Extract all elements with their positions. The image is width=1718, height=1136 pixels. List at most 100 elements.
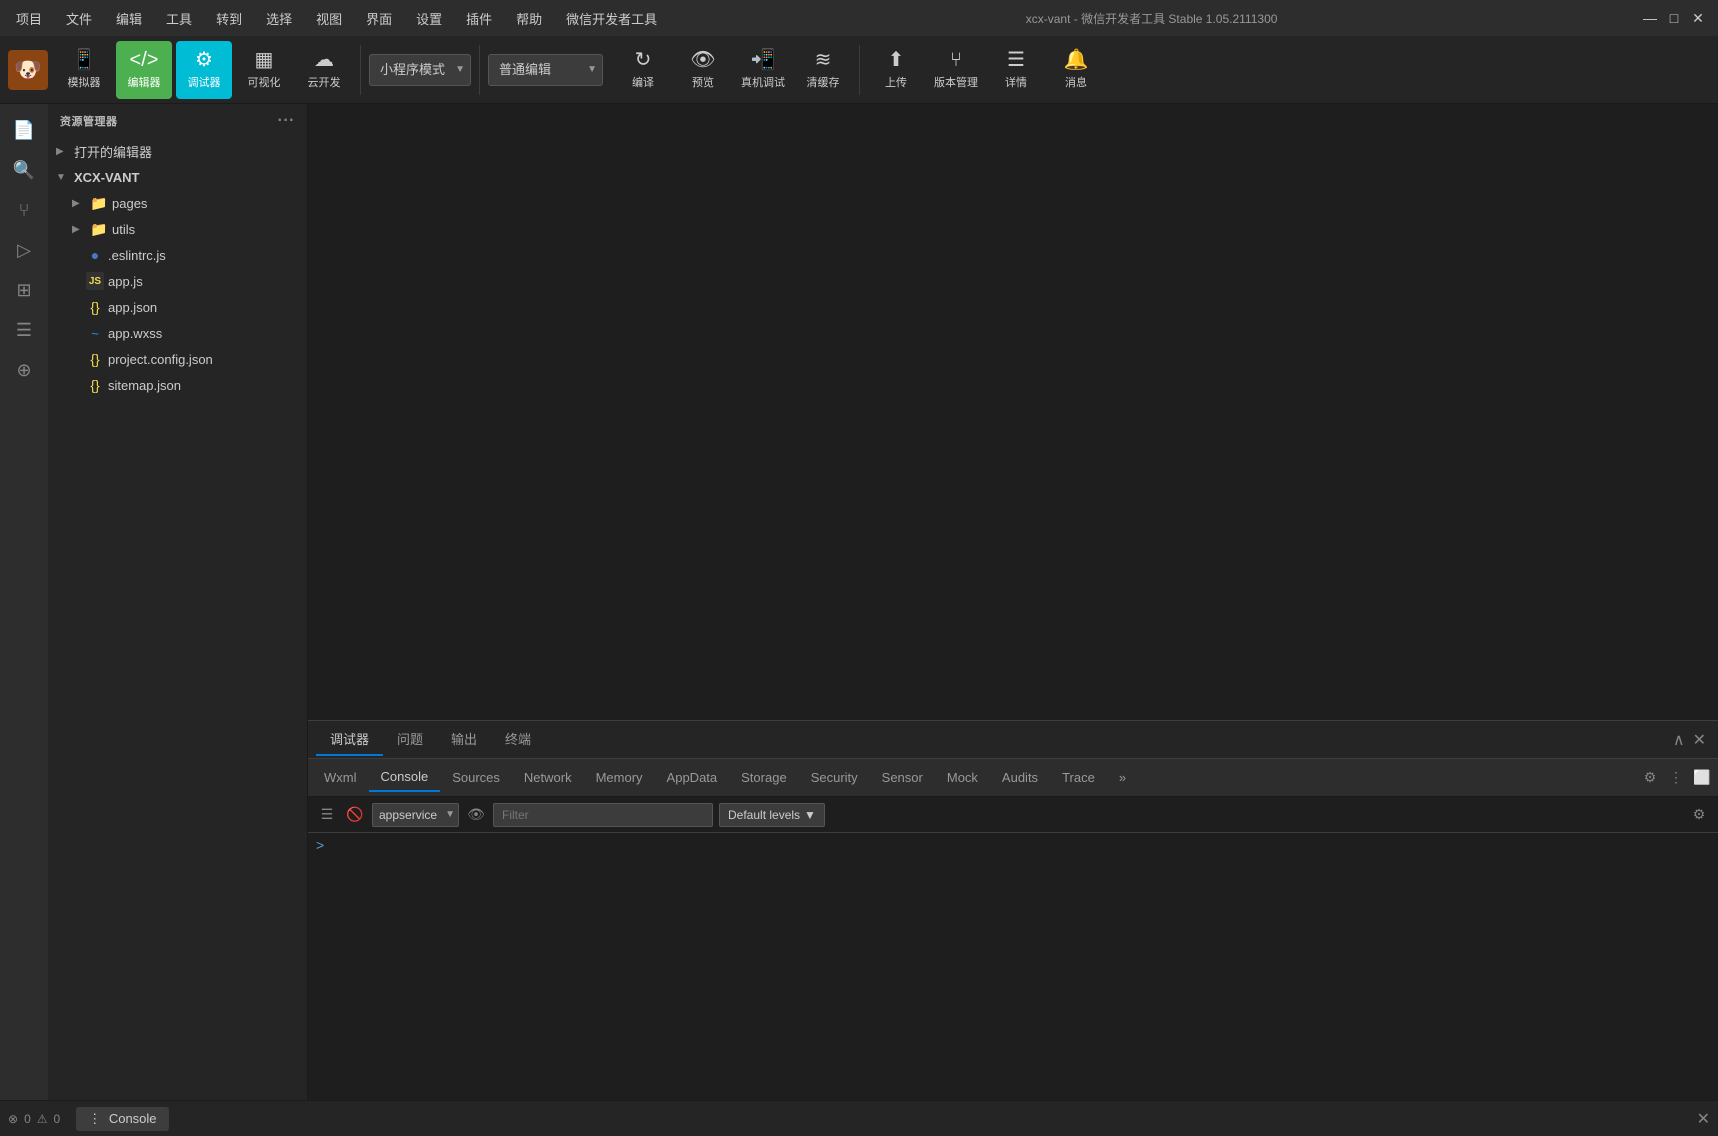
devtools-tab-storage[interactable]: Storage <box>729 764 799 791</box>
window-title: xcx-vant - 微信开发者工具 Stable 1.05.2111300 <box>673 10 1630 27</box>
tab-output[interactable]: 输出 <box>437 723 491 756</box>
detail-button[interactable]: ☰ 详情 <box>988 41 1044 99</box>
cloud-label: 云开发 <box>308 74 341 90</box>
devtools-tab-security[interactable]: Security <box>799 764 870 791</box>
devtools-tab-console[interactable]: Console <box>369 763 441 792</box>
compile-select-wrapper: 普通编辑自定义预处理 ▼ <box>488 54 603 86</box>
version-button[interactable]: ⑂ 版本管理 <box>928 41 984 99</box>
minimize-button[interactable]: — <box>1642 10 1658 26</box>
devtools-tab-sensor[interactable]: Sensor <box>870 764 935 791</box>
sidebar-item-pages[interactable]: ▶ 📁 pages <box>48 190 307 216</box>
devtools-dock-button[interactable]: ⬜ <box>1690 766 1714 790</box>
clear-cache-button[interactable]: ≋ 清缓存 <box>795 41 851 99</box>
notice-button[interactable]: 🔔 消息 <box>1048 41 1104 99</box>
sidebar-item-utils[interactable]: ▶ 📁 utils <box>48 216 307 242</box>
sidebar-more-button[interactable]: ··· <box>278 112 295 130</box>
console-levels-button[interactable]: Default levels ▼ <box>719 803 825 827</box>
visual-button[interactable]: ▦ 可视化 <box>236 41 292 99</box>
console-prompt[interactable]: > <box>316 837 1710 853</box>
refresh-button[interactable]: ↻ 编译 <box>615 41 671 99</box>
menu-item-edit[interactable]: 编辑 <box>112 7 146 30</box>
sidebar-item-sitemap[interactable]: {} sitemap.json <box>48 372 307 398</box>
pages-file-name: pages <box>112 196 147 211</box>
menu-item-project[interactable]: 项目 <box>12 7 46 30</box>
tab-debugger[interactable]: 调试器 <box>316 723 383 756</box>
console-filter-input[interactable] <box>493 803 713 827</box>
console-sidebar-toggle[interactable]: ☰ <box>316 804 338 826</box>
cloud-button[interactable]: ☁ 云开发 <box>296 41 352 99</box>
devtools-tab-trace[interactable]: Trace <box>1050 764 1107 791</box>
panel-expand-button[interactable]: ∧ <box>1669 726 1689 754</box>
devtools-panel: Wxml Console Sources Network Memory AppD… <box>308 759 1718 1100</box>
editor-button[interactable]: </> 编辑器 <box>116 41 172 99</box>
preview-label: 预览 <box>692 74 714 90</box>
real-debug-button[interactable]: 📲 真机调试 <box>735 41 791 99</box>
activity-outline[interactable]: ☰ <box>6 312 42 348</box>
avatar: 🐶 <box>8 50 48 90</box>
detail-icon: ☰ <box>1007 50 1025 70</box>
menu-item-view[interactable]: 视图 <box>312 7 346 30</box>
toolbar-separator-3 <box>859 45 860 95</box>
panel-close-button[interactable]: ✕ <box>1689 726 1710 754</box>
pages-folder-icon: 📁 <box>90 194 108 212</box>
devtools-tab-wxml[interactable]: Wxml <box>312 764 369 791</box>
devtools-tab-audits[interactable]: Audits <box>990 764 1050 791</box>
compile-select[interactable]: 普通编辑自定义预处理 <box>488 54 603 86</box>
sidebar-item-open-editors[interactable]: ▶ 打开的编辑器 <box>48 138 307 164</box>
devtools-settings-button[interactable]: ⚙ <box>1638 766 1662 790</box>
utils-folder-icon: 📁 <box>90 220 108 238</box>
mode-select[interactable]: 小程序模式插件模式 <box>369 54 471 86</box>
tab-terminal[interactable]: 终端 <box>491 723 545 756</box>
maximize-button[interactable]: □ <box>1666 10 1682 26</box>
activity-debug[interactable]: ▷ <box>6 232 42 268</box>
debugger-button[interactable]: ⚙ 调试器 <box>176 41 232 99</box>
menu-item-goto[interactable]: 转到 <box>212 7 246 30</box>
editor-area <box>308 104 1718 720</box>
menu-item-ui[interactable]: 界面 <box>362 7 396 30</box>
activity-extensions[interactable]: ⊞ <box>6 272 42 308</box>
sidebar-item-appjs[interactable]: JS app.js <box>48 268 307 294</box>
tab-problems[interactable]: 问题 <box>383 723 437 756</box>
preview-button[interactable]: 👁 预览 <box>675 41 731 99</box>
sidebar-item-xcx-vant[interactable]: ▼ XCX-VANT <box>48 164 307 190</box>
bottom-status-bar: ⊗ 0 ⚠ 0 ⋮ Console ✕ <box>0 1100 1718 1136</box>
mode-select-wrapper: 小程序模式插件模式 ▼ <box>369 54 471 86</box>
console-clear-button[interactable]: 🚫 <box>344 804 366 826</box>
activity-files[interactable]: 📄 <box>6 112 42 148</box>
activity-scm[interactable]: ⑂ <box>6 192 42 228</box>
devtools-tab-memory[interactable]: Memory <box>584 764 655 791</box>
appjs-file-name: app.js <box>108 274 143 289</box>
devtools-more-button[interactable]: ⋮ <box>1664 766 1688 790</box>
menu-item-select[interactable]: 选择 <box>262 7 296 30</box>
menu-item-devtools[interactable]: 微信开发者工具 <box>562 7 661 30</box>
sidebar-item-appwxss[interactable]: ~ app.wxss <box>48 320 307 346</box>
devtools-tab-sources[interactable]: Sources <box>440 764 512 791</box>
console-service-select[interactable]: appservice <box>372 803 459 827</box>
sidebar-item-appjson[interactable]: {} app.json <box>48 294 307 320</box>
js-icon: JS <box>86 272 104 290</box>
devtools-tab-network[interactable]: Network <box>512 764 584 791</box>
sidebar-item-eslint[interactable]: ● .eslintrc.js <box>48 242 307 268</box>
eslint-icon: ● <box>86 246 104 264</box>
sidebar-item-projectconfig[interactable]: {} project.config.json <box>48 346 307 372</box>
console-eye-button[interactable]: 👁 <box>465 804 487 826</box>
bottom-close-button[interactable]: ✕ <box>1697 1109 1710 1129</box>
bottom-console-tab[interactable]: ⋮ Console <box>76 1107 168 1131</box>
menu-item-file[interactable]: 文件 <box>62 7 96 30</box>
devtools-tab-appdata[interactable]: AppData <box>655 764 730 791</box>
console-settings-button[interactable]: ⚙ <box>1688 804 1710 826</box>
devtools-tab-more[interactable]: » <box>1107 764 1138 791</box>
upload-button[interactable]: ⬆ 上传 <box>868 41 924 99</box>
menu-item-settings[interactable]: 设置 <box>412 7 446 30</box>
menu-item-tool[interactable]: 工具 <box>162 7 196 30</box>
notice-label: 消息 <box>1065 74 1087 90</box>
refresh-icon: ↻ <box>635 50 652 70</box>
close-button[interactable]: ✕ <box>1690 10 1706 26</box>
menu-item-help[interactable]: 帮助 <box>512 7 546 30</box>
devtools-tab-mock[interactable]: Mock <box>935 764 990 791</box>
activity-extra[interactable]: ⊕ <box>6 352 42 388</box>
menu-item-plugins[interactable]: 插件 <box>462 7 496 30</box>
simulator-button[interactable]: 📱 模拟器 <box>56 41 112 99</box>
debugger-label: 调试器 <box>188 74 221 90</box>
activity-search[interactable]: 🔍 <box>6 152 42 188</box>
